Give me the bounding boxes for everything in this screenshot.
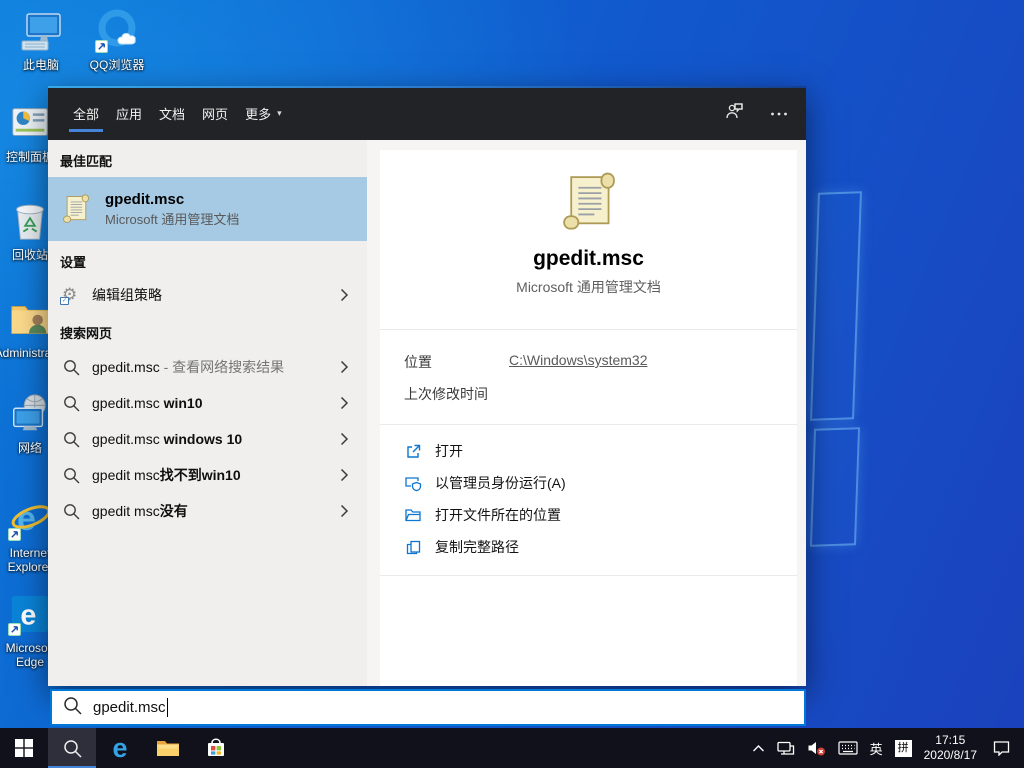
best-match-header: 最佳匹配 — [48, 140, 367, 177]
location-link[interactable]: C:\Windows\system32 — [509, 352, 647, 372]
action-copy-full-path[interactable]: 复制完整路径 — [380, 531, 797, 563]
best-match-title: gpedit.msc — [105, 190, 239, 209]
chevron-right-icon[interactable] — [340, 468, 349, 482]
tab-apps[interactable]: 应用 — [116, 86, 142, 140]
web-search-header: 搜索网页 — [48, 312, 367, 349]
taskbar-clock[interactable]: 17:15 2020/8/17 — [918, 728, 983, 768]
results-list: 最佳匹配 gpedit.msc Microsoft 通用管理文档 设置 ⚙✓ — [48, 140, 367, 686]
microsoft-edge-icon: e — [7, 591, 53, 637]
desktop-icon-qq-browser[interactable]: QQ浏览器 — [84, 8, 150, 72]
system-tray: 英 拼 17:15 2020/8/17 — [746, 728, 1024, 768]
chevron-down-icon: ▾ — [277, 108, 282, 119]
shortcut-arrow-icon — [95, 40, 108, 53]
chevron-right-icon[interactable] — [340, 396, 349, 410]
open-icon — [404, 443, 422, 460]
wallpaper-light-beam — [810, 191, 862, 421]
group-policy-gear-icon: ⚙✓ — [62, 286, 80, 304]
taskbar-edge-button[interactable]: e — [96, 728, 144, 768]
clock-time: 17:15 — [924, 733, 977, 748]
preview-subtitle: Microsoft 通用管理文档 — [516, 277, 661, 297]
folder-icon — [404, 507, 422, 523]
desktop-icon-label: 网络 — [18, 441, 42, 455]
location-label: 位置 — [404, 352, 509, 372]
admin-shield-icon — [404, 474, 422, 492]
chevron-right-icon[interactable] — [340, 360, 349, 374]
search-tabs-bar: 全部 应用 文档 网页 更多 ▾ — [48, 86, 806, 140]
desktop-icon-label: 控制面板 — [6, 150, 54, 164]
start-button[interactable] — [0, 728, 48, 768]
web-suggestion[interactable]: gpedit.msc - 查看网络搜索结果 — [48, 349, 367, 385]
recycle-bin-icon — [7, 198, 53, 244]
search-input[interactable]: gpedit.msc — [50, 689, 806, 726]
tray-expand-icon[interactable] — [746, 728, 771, 768]
clock-date: 2020/8/17 — [924, 748, 977, 763]
desktop-icon-label: QQ浏览器 — [90, 58, 145, 72]
edge-icon: e — [112, 735, 127, 762]
volume-muted-icon[interactable] — [801, 728, 832, 768]
settings-result-edit-group-policy[interactable]: ⚙✓ 编辑组策略 — [48, 278, 367, 312]
search-icon — [61, 359, 81, 376]
screen: { "icons": { "caret_down": "▾", "edge_le… — [0, 0, 1024, 768]
this-pc-icon — [18, 8, 64, 54]
preview-pane: gpedit.msc Microsoft 通用管理文档 位置 C:\Window… — [367, 140, 806, 686]
search-icon — [63, 696, 82, 720]
search-flyout-panel: 全部 应用 文档 网页 更多 ▾ 最佳匹配 — [48, 86, 806, 686]
tab-web[interactable]: 网页 — [202, 86, 228, 140]
best-match-subtitle: Microsoft 通用管理文档 — [105, 211, 239, 228]
chevron-right-icon[interactable] — [340, 504, 349, 518]
internet-explorer-icon: e — [7, 496, 53, 542]
preview-title: gpedit.msc — [533, 247, 644, 271]
search-icon — [61, 503, 81, 520]
desktop-icon-this-pc[interactable]: 此电脑 — [8, 8, 74, 72]
msc-document-icon — [60, 193, 92, 225]
shortcut-arrow-icon — [8, 528, 21, 541]
microsoft-store-icon — [205, 737, 227, 759]
modified-label: 上次修改时间 — [404, 384, 488, 404]
wallpaper-light-beam — [810, 427, 860, 547]
search-icon — [63, 739, 82, 758]
settings-result-label: 编辑组策略 — [92, 285, 162, 305]
control-panel-icon — [7, 100, 53, 146]
action-open[interactable]: 打开 — [380, 435, 797, 467]
taskbar: e 英 拼 — [0, 728, 1024, 768]
desktop-icon-label: 此电脑 — [23, 58, 59, 72]
web-suggestion[interactable]: gpedit msc没有 — [48, 493, 367, 529]
touch-keyboard-icon[interactable] — [832, 728, 864, 768]
taskbar-file-explorer-button[interactable] — [144, 728, 192, 768]
web-suggestion[interactable]: gpedit.msc win10 — [48, 385, 367, 421]
web-suggestion[interactable]: gpedit.msc windows 10 — [48, 421, 367, 457]
desktop-icon-label: 回收站 — [12, 248, 48, 262]
search-icon — [61, 431, 81, 448]
chevron-right-icon[interactable] — [340, 432, 349, 446]
action-center-icon[interactable] — [983, 728, 1024, 768]
action-run-as-admin[interactable]: 以管理员身份运行(A) — [380, 467, 797, 499]
web-suggestion[interactable]: gpedit msc找不到win10 — [48, 457, 367, 493]
ime-language-indicator[interactable]: 英 — [864, 728, 889, 768]
chevron-right-icon[interactable] — [340, 288, 349, 302]
search-icon — [61, 467, 81, 484]
shortcut-arrow-icon — [8, 623, 21, 636]
search-icon — [61, 395, 81, 412]
tab-documents[interactable]: 文档 — [159, 86, 185, 140]
more-options-icon[interactable] — [770, 104, 788, 122]
file-explorer-icon — [156, 738, 180, 758]
feedback-icon[interactable] — [724, 102, 744, 125]
tab-more[interactable]: 更多 ▾ — [245, 86, 282, 140]
svg-text:e: e — [20, 600, 36, 632]
settings-header: 设置 — [48, 241, 367, 278]
search-input-value: gpedit.msc — [93, 699, 166, 716]
user-folder-icon — [7, 296, 53, 342]
taskbar-search-button[interactable] — [48, 728, 96, 768]
network-icon — [7, 391, 53, 437]
best-match-result[interactable]: gpedit.msc Microsoft 通用管理文档 — [48, 177, 367, 241]
taskbar-store-button[interactable] — [192, 728, 240, 768]
text-caret — [167, 698, 169, 717]
tab-all[interactable]: 全部 — [73, 86, 99, 140]
copy-icon — [404, 539, 422, 556]
ime-mode-indicator[interactable]: 拼 — [889, 728, 918, 768]
msc-document-icon-large — [557, 170, 621, 234]
qq-browser-icon — [94, 8, 140, 54]
action-open-file-location[interactable]: 打开文件所在的位置 — [380, 499, 797, 531]
network-icon[interactable] — [771, 728, 801, 768]
